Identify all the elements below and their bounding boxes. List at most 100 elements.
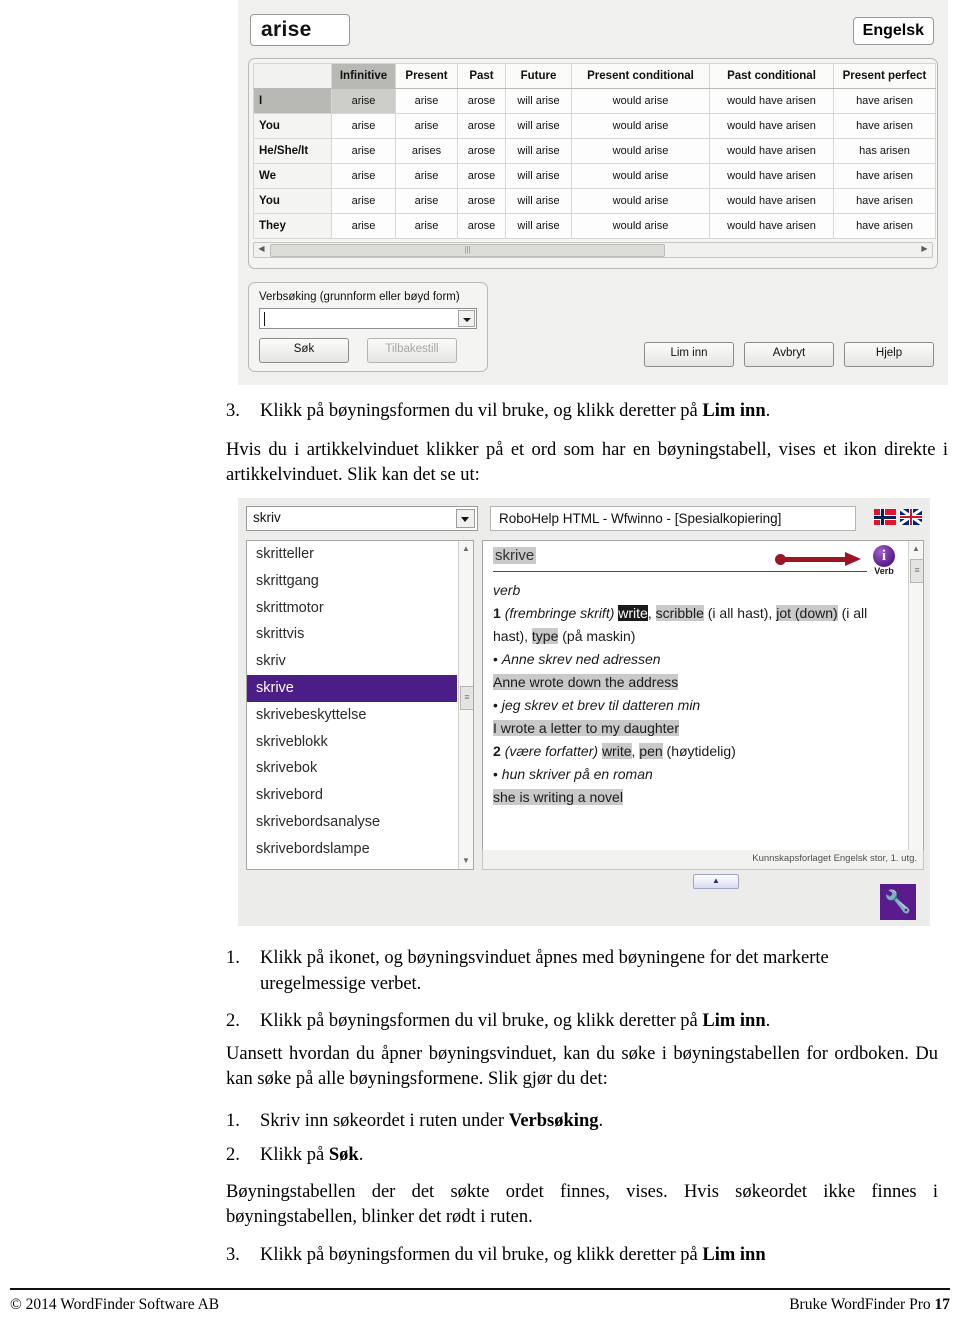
scroll-down-arrow-icon[interactable]: ▼: [459, 854, 473, 868]
example-target-text[interactable]: Anne wrote down the address: [493, 674, 679, 690]
table-cell[interactable]: arise: [331, 213, 396, 239]
table-cell[interactable]: would arise: [571, 113, 710, 139]
table-cell[interactable]: arise: [331, 188, 396, 214]
equivalent-selected[interactable]: write: [618, 605, 648, 621]
equivalent[interactable]: jot (down): [776, 605, 838, 621]
list-item[interactable]: skrivebeskyttelse: [247, 702, 473, 729]
equivalent[interactable]: scribble: [655, 605, 704, 621]
table-cell[interactable]: has arisen: [833, 138, 936, 164]
table-cell[interactable]: arise: [331, 163, 396, 189]
help-button[interactable]: Hjelp: [844, 342, 934, 367]
table-cell[interactable]: will arise: [505, 213, 572, 239]
table-cell[interactable]: would arise: [571, 88, 710, 114]
table-cell[interactable]: have arisen: [833, 113, 936, 139]
table-row[interactable]: I arise arise arose will arise would ari…: [253, 88, 936, 114]
table-cell[interactable]: arose: [457, 138, 506, 164]
list-item[interactable]: skrivebord: [247, 782, 473, 809]
equivalent[interactable]: pen: [639, 743, 663, 759]
table-cell[interactable]: would have arisen: [709, 113, 834, 139]
table-cell[interactable]: arose: [457, 188, 506, 214]
table-cell[interactable]: would have arisen: [709, 213, 834, 239]
list-item[interactable]: skrittgang: [247, 568, 473, 595]
scroll-right-arrow-icon[interactable]: ▶: [918, 243, 931, 255]
scrollbar-thumb[interactable]: ≡: [460, 686, 473, 710]
table-cell[interactable]: have arisen: [833, 213, 936, 239]
reset-button[interactable]: Tilbakestill: [367, 338, 457, 363]
collapse-toggle-button[interactable]: ▲: [693, 874, 739, 889]
table-row[interactable]: You arise arise arose will arise would a…: [253, 113, 936, 139]
table-cell[interactable]: would have arisen: [709, 163, 834, 189]
table-cell[interactable]: would arise: [571, 188, 710, 214]
table-cell[interactable]: would have arisen: [709, 88, 834, 114]
scrollbar-thumb[interactable]: |||: [270, 244, 666, 257]
table-cell[interactable]: arose: [457, 163, 506, 189]
table-cell[interactable]: have arisen: [833, 88, 936, 114]
list-item[interactable]: skrittvis: [247, 621, 473, 648]
verb-search-input[interactable]: [259, 308, 477, 329]
scroll-left-arrow-icon[interactable]: ◀: [255, 243, 268, 255]
table-cell[interactable]: would have arisen: [709, 138, 834, 164]
table-cell[interactable]: arise: [395, 163, 458, 189]
table-cell[interactable]: would arise: [571, 138, 710, 164]
table-row[interactable]: He/She/It arise arises arose will arise …: [253, 138, 936, 164]
table-cell[interactable]: arose: [457, 113, 506, 139]
table-cell[interactable]: have arisen: [833, 163, 936, 189]
table-row[interactable]: We arise arise arose will arise would ar…: [253, 163, 936, 189]
list-item[interactable]: skrittmotor: [247, 595, 473, 622]
example-target-text[interactable]: she is writing a novel: [493, 789, 623, 805]
column-header-infinitive[interactable]: Infinitive: [331, 63, 396, 89]
table-cell[interactable]: will arise: [505, 88, 572, 114]
list-item[interactable]: skrivebordsanalyse: [247, 809, 473, 836]
column-header-present[interactable]: Present: [395, 63, 458, 89]
column-header-future[interactable]: Future: [505, 63, 572, 89]
table-cell[interactable]: arises: [395, 138, 458, 164]
table-cell[interactable]: would have arisen: [709, 188, 834, 214]
equivalent[interactable]: write: [601, 743, 632, 759]
wrench-settings-icon[interactable]: 🔧: [880, 884, 916, 920]
list-item[interactable]: skritteller: [247, 541, 473, 568]
column-header-past-conditional[interactable]: Past conditional: [709, 63, 834, 89]
list-item[interactable]: skrivebordslampe: [247, 836, 473, 863]
table-cell[interactable]: have arisen: [833, 188, 936, 214]
column-header-present-perfect[interactable]: Present perfect: [833, 63, 936, 89]
table-horizontal-scrollbar[interactable]: ◀ ||| ▶: [253, 242, 933, 258]
equivalent[interactable]: type: [531, 628, 559, 644]
example-target-text[interactable]: I wrote a letter to my daughter: [493, 720, 679, 736]
column-header-present-conditional[interactable]: Present conditional: [571, 63, 710, 89]
flag-norway-icon[interactable]: [874, 509, 896, 525]
search-button[interactable]: Søk: [259, 338, 349, 363]
table-cell[interactable]: arose: [457, 88, 506, 114]
article-scrollbar[interactable]: ▲ ≡ ▼: [908, 541, 923, 869]
table-row[interactable]: You arise arise arose will arise would a…: [253, 188, 936, 214]
scroll-up-arrow-icon[interactable]: ▲: [459, 542, 473, 556]
scroll-up-arrow-icon[interactable]: ▲: [909, 542, 923, 556]
flag-uk-icon[interactable]: [900, 509, 922, 525]
list-item-selected[interactable]: skrive: [247, 674, 457, 702]
chevron-down-icon[interactable]: [456, 509, 475, 528]
table-cell[interactable]: will arise: [505, 188, 572, 214]
table-row[interactable]: They arise arise arose will arise would …: [253, 213, 936, 239]
paste-button[interactable]: Lim inn: [644, 342, 734, 367]
language-button[interactable]: Engelsk: [852, 17, 934, 45]
table-cell[interactable]: would arise: [571, 163, 710, 189]
list-item[interactable]: skriveblokk: [247, 729, 473, 756]
word-list[interactable]: skritteller skrittgang skrittmotor skrit…: [246, 540, 474, 870]
verb-info-icon[interactable]: i Verb: [867, 545, 901, 576]
cancel-button[interactable]: Avbryt: [744, 342, 834, 367]
list-item[interactable]: skrivebok: [247, 755, 473, 782]
dictionary-search-combo[interactable]: skriv: [246, 506, 478, 531]
chevron-down-icon[interactable]: [458, 310, 475, 327]
table-cell[interactable]: would arise: [571, 213, 710, 239]
list-item[interactable]: skriv: [247, 648, 473, 675]
article-pane[interactable]: skrive i Verb verb 1 (frembringe skrift)…: [482, 540, 924, 870]
table-cell[interactable]: will arise: [505, 113, 572, 139]
table-cell[interactable]: will arise: [505, 138, 572, 164]
table-cell[interactable]: arise: [395, 188, 458, 214]
word-list-scrollbar[interactable]: ▲ ≡ ▼: [458, 541, 473, 869]
table-cell[interactable]: arose: [457, 213, 506, 239]
table-cell[interactable]: arise: [331, 138, 396, 164]
table-cell[interactable]: arise: [395, 113, 458, 139]
table-cell[interactable]: will arise: [505, 163, 572, 189]
table-cell[interactable]: arise: [395, 213, 458, 239]
scrollbar-thumb[interactable]: ≡: [910, 559, 923, 583]
